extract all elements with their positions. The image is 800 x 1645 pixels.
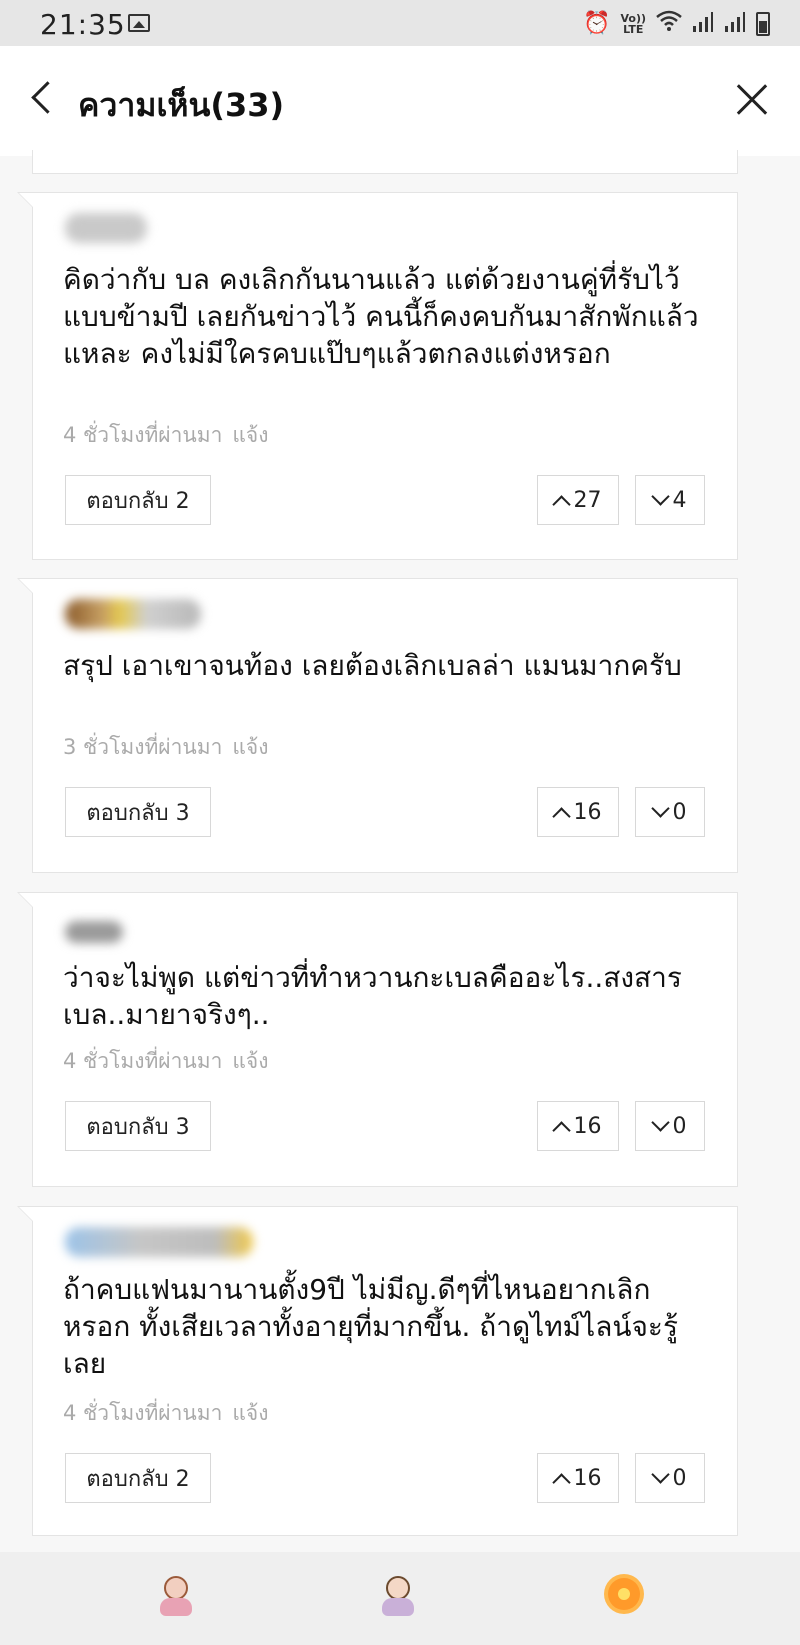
comment-meta: 4 ชั่วโมงที่ผ่านมา แจ้ง bbox=[63, 1045, 268, 1078]
page-title: ความเห็น(33) bbox=[78, 86, 285, 124]
downvote-count: 0 bbox=[672, 1113, 687, 1139]
chevron-up-icon bbox=[551, 494, 571, 514]
alarm-icon: ⏰ bbox=[583, 11, 611, 36]
chevron-down-icon bbox=[650, 798, 670, 818]
upvote-button[interactable]: 16 bbox=[537, 1101, 619, 1151]
chevron-up-icon bbox=[551, 1120, 571, 1140]
comment-text: ว่าจะไม่พูด แต่ข่าวที่ทำหวานกะเบลคืออะไร… bbox=[63, 961, 682, 1031]
comment-card: คิดว่ากับ บล คงเลิกกันนานแล้ว แต่ด้วยงาน… bbox=[17, 192, 738, 560]
comment-time: 4 ชั่วโมงที่ผ่านมา bbox=[63, 1401, 223, 1425]
chevron-down-icon bbox=[650, 486, 670, 506]
chevron-down-icon bbox=[650, 1112, 670, 1132]
volte-bottom-label: LTE bbox=[623, 23, 644, 36]
report-link[interactable]: แจ้ง bbox=[232, 423, 268, 447]
comment-time: 4 ชั่วโมงที่ผ่านมา bbox=[63, 423, 223, 447]
signal-icon bbox=[692, 11, 714, 37]
downvote-button[interactable]: 0 bbox=[635, 1453, 705, 1503]
upvote-count: 16 bbox=[573, 799, 602, 825]
sticker-body bbox=[382, 1598, 414, 1616]
girl-sticker-icon[interactable] bbox=[156, 1574, 196, 1618]
downvote-count: 0 bbox=[672, 799, 687, 825]
comment-meta: 4 ชั่วโมงที่ผ่านมา แจ้ง bbox=[63, 419, 268, 452]
comment-text: สรุป เอาเขาจนท้อง เลยต้องเลิกเบลล่า แมนม… bbox=[63, 649, 682, 682]
chevron-up-icon bbox=[551, 806, 571, 826]
upvote-button[interactable]: 16 bbox=[537, 1453, 619, 1503]
image-icon bbox=[128, 14, 150, 32]
author-name-blurred bbox=[65, 921, 123, 943]
comment-time: 3 ชั่วโมงที่ผ่านมา bbox=[63, 735, 223, 759]
downvote-button[interactable]: 4 bbox=[635, 475, 705, 525]
signal-icon bbox=[724, 11, 746, 37]
author-name-blurred bbox=[65, 1227, 253, 1257]
sticker-head bbox=[164, 1576, 188, 1600]
volte-icon: Vo)) LTE bbox=[620, 13, 646, 35]
reply-button[interactable]: ตอบกลับ 2 bbox=[65, 475, 211, 525]
comment-time: 4 ชั่วโมงที่ผ่านมา bbox=[63, 1049, 223, 1073]
status-bar: 21:35 ⏰ Vo)) LTE bbox=[0, 0, 800, 46]
report-link[interactable]: แจ้ง bbox=[232, 735, 268, 759]
status-time: 21:35 bbox=[40, 8, 126, 41]
reply-button[interactable]: ตอบกลับ 2 bbox=[65, 1453, 211, 1503]
author-name-blurred bbox=[65, 213, 147, 243]
comment-meta: 3 ชั่วโมงที่ผ่านมา แจ้ง bbox=[63, 731, 268, 764]
report-link[interactable]: แจ้ง bbox=[232, 1401, 268, 1425]
upvote-button[interactable]: 16 bbox=[537, 787, 619, 837]
status-icons: ⏰ Vo)) LTE bbox=[583, 10, 770, 38]
upvote-count: 16 bbox=[573, 1465, 602, 1491]
downvote-button[interactable]: 0 bbox=[635, 787, 705, 837]
sticker-body bbox=[160, 1598, 192, 1616]
chevron-up-icon bbox=[551, 1472, 571, 1492]
upvote-count: 27 bbox=[573, 487, 602, 513]
upvote-button[interactable]: 27 bbox=[537, 475, 619, 525]
flower-sticker-icon[interactable] bbox=[604, 1574, 644, 1618]
chevron-left-icon[interactable] bbox=[24, 76, 64, 120]
comment-text: คิดว่ากับ บล คงเลิกกันนานแล้ว แต่ด้วยงาน… bbox=[63, 263, 699, 370]
author-name-blurred bbox=[65, 599, 201, 629]
comments-header: ความเห็น(33) bbox=[0, 46, 800, 156]
chevron-down-icon bbox=[650, 1464, 670, 1484]
upvote-count: 16 bbox=[573, 1113, 602, 1139]
wifi-icon bbox=[656, 10, 682, 38]
report-link[interactable]: แจ้ง bbox=[232, 1049, 268, 1073]
downvote-count: 4 bbox=[672, 487, 687, 513]
reply-button[interactable]: ตอบกลับ 3 bbox=[65, 1101, 211, 1151]
downvote-count: 0 bbox=[672, 1465, 687, 1491]
downvote-button[interactable]: 0 bbox=[635, 1101, 705, 1151]
comment-card: สรุป เอาเขาจนท้อง เลยต้องเลิกเบลล่า แมนม… bbox=[17, 578, 738, 873]
close-icon[interactable] bbox=[734, 82, 770, 118]
girl-sticker-icon[interactable] bbox=[378, 1574, 418, 1618]
reply-button[interactable]: ตอบกลับ 3 bbox=[65, 787, 211, 837]
battery-icon bbox=[756, 12, 770, 36]
comment-text: ถ้าคบแฟนมานานตั้ง9ปี ไม่มีญ.ดีๆที่ไหนอยา… bbox=[63, 1273, 679, 1380]
comment-card: ว่าจะไม่พูด แต่ข่าวที่ทำหวานกะเบลคืออะไร… bbox=[17, 892, 738, 1187]
comment-card: ถ้าคบแฟนมานานตั้ง9ปี ไม่มีญ.ดีๆที่ไหนอยา… bbox=[17, 1206, 738, 1536]
comment-meta: 4 ชั่วโมงที่ผ่านมา แจ้ง bbox=[63, 1397, 268, 1430]
sticker-head bbox=[386, 1576, 410, 1600]
previous-comment-card bbox=[32, 150, 738, 174]
flower-shape bbox=[608, 1578, 640, 1610]
sticker-bar bbox=[0, 1552, 800, 1645]
